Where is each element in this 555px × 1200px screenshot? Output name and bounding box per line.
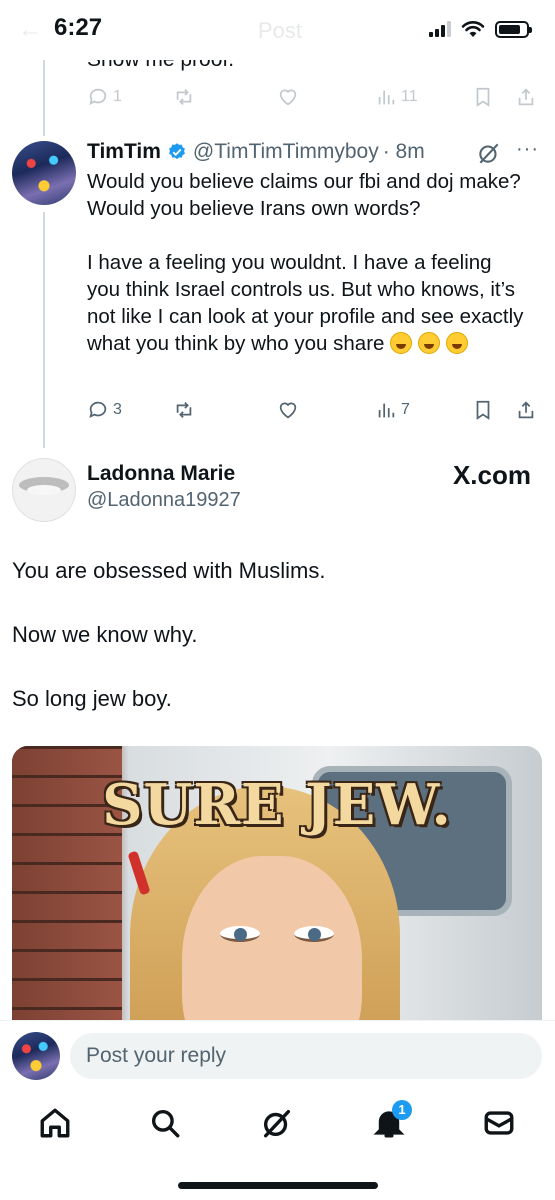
reply-icon bbox=[89, 88, 107, 106]
share-button[interactable] bbox=[515, 399, 537, 421]
rofl-emoji-icon bbox=[390, 332, 413, 354]
quoted-line: So long jew boy. bbox=[12, 686, 172, 711]
nav-notifications[interactable]: 1 bbox=[372, 1100, 412, 1140]
reply-input[interactable]: Post your reply bbox=[70, 1033, 542, 1079]
home-indicator bbox=[178, 1182, 378, 1189]
views-button[interactable]: 7 bbox=[375, 399, 410, 421]
page-title-faded: Post bbox=[258, 18, 303, 43]
meme-caption: SURE JEW. bbox=[102, 772, 452, 838]
repost-button[interactable] bbox=[173, 86, 195, 108]
heart-icon bbox=[279, 89, 297, 106]
repost-icon bbox=[176, 402, 192, 418]
reply-bar: Post your reply bbox=[0, 1020, 555, 1092]
avatar[interactable] bbox=[12, 141, 76, 205]
grok-icon bbox=[263, 1109, 291, 1138]
tweet-actions: 3 7 bbox=[87, 395, 542, 425]
nav-search[interactable] bbox=[148, 1106, 182, 1140]
share-icon bbox=[518, 88, 534, 106]
author-name[interactable]: TimTim bbox=[87, 140, 161, 164]
heart-icon bbox=[279, 402, 297, 419]
views-button[interactable]: 11 bbox=[375, 86, 418, 108]
back-arrow-icon[interactable]: ← bbox=[18, 16, 42, 44]
grok-icon[interactable] bbox=[476, 140, 502, 166]
verified-badge-icon bbox=[169, 143, 185, 160]
nav-grok[interactable] bbox=[260, 1106, 294, 1140]
x-watermark: X.com bbox=[452, 460, 531, 490]
quoted-line: Now we know why. bbox=[12, 622, 198, 647]
views-count: 11 bbox=[401, 88, 418, 105]
share-button[interactable] bbox=[515, 86, 537, 108]
notification-badge: 1 bbox=[392, 1100, 412, 1120]
cellular-signal-icon bbox=[429, 21, 451, 37]
tweet-text: Would you believe claims our fbi and doj… bbox=[87, 168, 527, 357]
tweet-menu: ··· bbox=[476, 138, 539, 166]
reply-button[interactable]: 3 bbox=[87, 399, 122, 421]
views-chart-icon bbox=[378, 403, 395, 418]
my-avatar[interactable] bbox=[12, 1032, 60, 1080]
like-button[interactable] bbox=[277, 399, 299, 421]
reply-button[interactable]: 1 bbox=[87, 86, 122, 108]
messages-icon bbox=[484, 1111, 514, 1135]
tweet-paragraph: Would you believe claims our fbi and doj… bbox=[87, 170, 521, 220]
wifi-icon bbox=[461, 21, 485, 37]
reply-icon bbox=[89, 401, 107, 419]
bookmark-button[interactable] bbox=[472, 399, 494, 421]
bookmark-icon bbox=[476, 87, 490, 107]
share-icon bbox=[518, 401, 534, 419]
repost-icon bbox=[176, 89, 192, 105]
tweet-paragraph: I have a feeling you wouldnt. I have a f… bbox=[87, 251, 524, 355]
author-handle[interactable]: @TimTimTimmyboy bbox=[193, 140, 379, 164]
status-time: 6:27 bbox=[54, 14, 103, 41]
status-bar: ← 6:27 Post bbox=[0, 0, 555, 60]
thread-line bbox=[43, 60, 45, 136]
search-icon bbox=[151, 1109, 180, 1138]
meme-image[interactable]: SURE JEW. bbox=[12, 746, 542, 1036]
eye bbox=[220, 926, 260, 942]
battery-icon bbox=[495, 20, 532, 38]
tweet-time: · 8m bbox=[382, 140, 425, 163]
quoted-author-name: Ladonna Marie bbox=[87, 462, 236, 485]
status-icons bbox=[429, 20, 532, 38]
views-chart-icon bbox=[378, 90, 395, 105]
rofl-emoji-icon bbox=[445, 332, 468, 354]
face bbox=[182, 856, 362, 1036]
thread-line bbox=[43, 212, 45, 448]
rofl-emoji-icon bbox=[417, 332, 440, 354]
bookmark-icon bbox=[476, 400, 490, 420]
reply-count: 3 bbox=[113, 401, 122, 418]
more-options-icon[interactable]: ··· bbox=[516, 138, 539, 161]
bookmark-button[interactable] bbox=[472, 86, 494, 108]
reply-count: 1 bbox=[113, 88, 122, 105]
like-button[interactable] bbox=[277, 86, 299, 108]
quoted-author-handle: @Ladonna19927 bbox=[87, 489, 241, 511]
quoted-avatar bbox=[12, 458, 76, 522]
eye bbox=[294, 926, 334, 942]
home-icon bbox=[40, 1108, 70, 1138]
previous-tweet-actions: 1 11 bbox=[87, 82, 542, 112]
nav-messages[interactable] bbox=[482, 1106, 516, 1140]
tweet-header: TimTim @TimTimTimmyboy · 8m bbox=[87, 140, 425, 164]
repost-button[interactable] bbox=[173, 399, 195, 421]
nav-home[interactable] bbox=[38, 1106, 72, 1140]
views-count: 7 bbox=[401, 401, 410, 418]
quoted-line: You are obsessed with Muslims. bbox=[12, 558, 326, 583]
